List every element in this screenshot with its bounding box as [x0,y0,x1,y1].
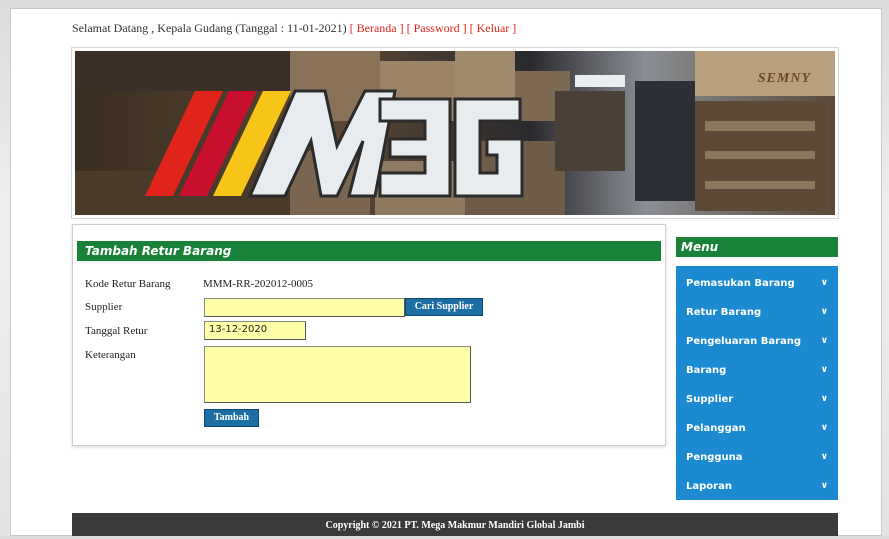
menu-item-label: Pengguna [686,452,743,463]
supplier-label: Supplier [85,301,123,313]
menu-item-label: Laporan [686,481,732,492]
nav-link-password[interactable]: [ Password ] [407,21,467,35]
menu-item-barang[interactable]: Barang ∨ [676,356,838,385]
menu-item-pelanggan[interactable]: Pelanggan ∨ [676,414,838,443]
banner-sign: SEMNY [757,71,811,86]
tambah-button[interactable]: Tambah [204,409,259,427]
header-banner: SEMNY [71,47,839,219]
welcome-bar: Selamat Datang , Kepala Gudang (Tanggal … [72,21,516,36]
welcome-text: Selamat Datang , Kepala Gudang (Tanggal … [72,21,347,35]
menu-item-label: Barang [686,365,727,376]
menu-title: Menu [676,237,838,257]
tanggal-input[interactable]: 13-12-2020 [204,321,306,340]
chevron-down-icon: ∨ [820,336,828,346]
form-panel: Tambah Retur Barang Kode Retur Barang MM… [72,224,666,446]
form-title: Tambah Retur Barang [77,241,661,261]
menu-item-pemasukan-barang[interactable]: Pemasukan Barang ∨ [676,269,838,298]
chevron-down-icon: ∨ [820,278,828,288]
kode-label: Kode Retur Barang [85,278,171,290]
footer-copyright: Copyright © 2021 PT. Mega Makmur Mandiri… [72,513,838,536]
menu-item-supplier[interactable]: Supplier ∨ [676,385,838,414]
chevron-down-icon: ∨ [820,394,828,404]
kode-value: MMM-RR-202012-0005 [203,278,314,290]
sidebar-menu: Pemasukan Barang ∨ Retur Barang ∨ Pengel… [676,266,838,500]
keterangan-textarea[interactable] [204,346,471,403]
chevron-down-icon: ∨ [820,423,828,433]
nav-link-beranda[interactable]: [ Beranda ] [350,21,404,35]
menu-item-pengeluaran-barang[interactable]: Pengeluaran Barang ∨ [676,327,838,356]
nav-link-keluar[interactable]: [ Keluar ] [470,21,517,35]
menu-item-label: Pengeluaran Barang [686,336,802,347]
menu-item-pengguna[interactable]: Pengguna ∨ [676,443,838,472]
menu-item-label: Pemasukan Barang [686,278,795,289]
menu-item-retur-barang[interactable]: Retur Barang ∨ [676,298,838,327]
menu-item-label: Supplier [686,394,734,405]
menu-item-laporan[interactable]: Laporan ∨ [676,472,838,501]
menu-item-label: Retur Barang [686,307,762,318]
menu-item-label: Pelanggan [686,423,746,434]
chevron-down-icon: ∨ [820,481,828,491]
chevron-down-icon: ∨ [820,365,828,375]
chevron-down-icon: ∨ [820,307,828,317]
cari-supplier-button[interactable]: Cari Supplier [405,298,483,316]
chevron-down-icon: ∨ [820,452,828,462]
keterangan-label: Keterangan [85,349,136,361]
tanggal-label: Tanggal Retur [85,325,148,337]
warehouse-banner-image [75,51,835,215]
supplier-input[interactable] [204,298,405,317]
